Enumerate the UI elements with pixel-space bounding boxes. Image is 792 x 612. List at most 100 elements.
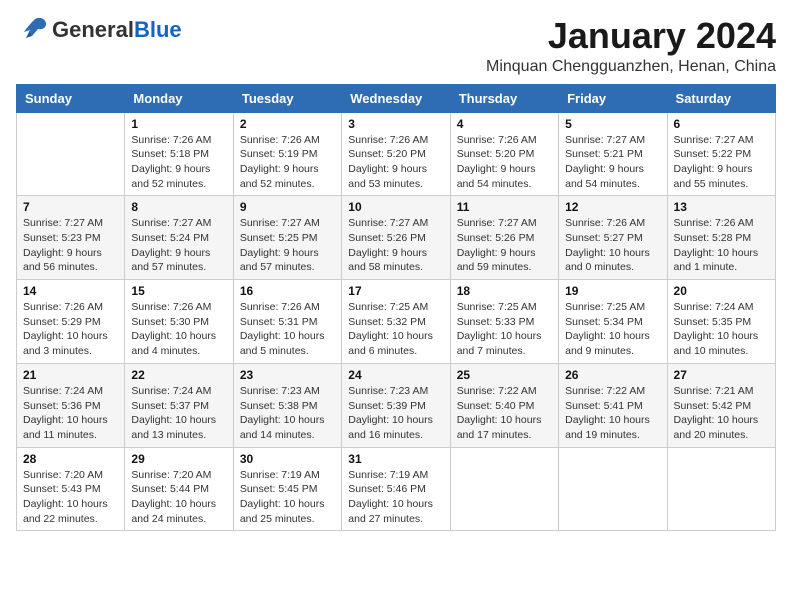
day-number: 17 bbox=[348, 284, 443, 298]
day-info: Sunrise: 7:21 AM Sunset: 5:42 PM Dayligh… bbox=[674, 384, 769, 443]
calendar-cell: 10 Sunrise: 7:27 AM Sunset: 5:26 PM Dayli… bbox=[342, 196, 450, 280]
calendar-cell: 21Sunrise: 7:24 AM Sunset: 5:36 PM Dayli… bbox=[17, 363, 125, 447]
calendar-cell: 6 Sunrise: 7:27 AM Sunset: 5:22 PM Daylig… bbox=[667, 112, 775, 196]
day-info: Sunrise: 7:26 AM Sunset: 5:19 PM Dayligh… bbox=[240, 133, 335, 192]
location-title: Minquan Chengguanzhen, Henan, China bbox=[486, 58, 776, 76]
day-number: 19 bbox=[565, 284, 660, 298]
calendar-cell: 1 Sunrise: 7:26 AM Sunset: 5:18 PM Daylig… bbox=[125, 112, 233, 196]
calendar-cell: 17 Sunrise: 7:25 AM Sunset: 5:32 PM Dayli… bbox=[342, 280, 450, 364]
day-number: 25 bbox=[457, 368, 552, 382]
day-number: 29 bbox=[131, 452, 226, 466]
day-number: 8 bbox=[131, 200, 226, 214]
calendar-cell: 3 Sunrise: 7:26 AM Sunset: 5:20 PM Daylig… bbox=[342, 112, 450, 196]
calendar-cell: 13 Sunrise: 7:26 AM Sunset: 5:28 PM Dayli… bbox=[667, 196, 775, 280]
calendar-cell: 15 Sunrise: 7:26 AM Sunset: 5:30 PM Dayli… bbox=[125, 280, 233, 364]
day-info: Sunrise: 7:27 AM Sunset: 5:24 PM Dayligh… bbox=[131, 216, 226, 275]
weekday-header-row: SundayMondayTuesdayWednesdayThursdayFrid… bbox=[17, 84, 776, 112]
day-info: Sunrise: 7:27 AM Sunset: 5:26 PM Dayligh… bbox=[457, 216, 552, 275]
day-info: Sunrise: 7:23 AM Sunset: 5:38 PM Dayligh… bbox=[240, 384, 335, 443]
calendar-cell: 26Sunrise: 7:22 AM Sunset: 5:41 PM Dayli… bbox=[559, 363, 667, 447]
calendar-cell: 14Sunrise: 7:26 AM Sunset: 5:29 PM Dayli… bbox=[17, 280, 125, 364]
day-info: Sunrise: 7:22 AM Sunset: 5:40 PM Dayligh… bbox=[457, 384, 552, 443]
calendar-cell: 24 Sunrise: 7:23 AM Sunset: 5:39 PM Dayli… bbox=[342, 363, 450, 447]
calendar-cell: 23 Sunrise: 7:23 AM Sunset: 5:38 PM Dayli… bbox=[233, 363, 341, 447]
day-info: Sunrise: 7:26 AM Sunset: 5:20 PM Dayligh… bbox=[457, 133, 552, 192]
calendar-cell: 27 Sunrise: 7:21 AM Sunset: 5:42 PM Dayli… bbox=[667, 363, 775, 447]
day-number: 22 bbox=[131, 368, 226, 382]
day-number: 30 bbox=[240, 452, 335, 466]
calendar-cell: 2 Sunrise: 7:26 AM Sunset: 5:19 PM Daylig… bbox=[233, 112, 341, 196]
weekday-header-sunday: Sunday bbox=[17, 84, 125, 112]
calendar-cell: 19 Sunrise: 7:25 AM Sunset: 5:34 PM Dayli… bbox=[559, 280, 667, 364]
weekday-header-tuesday: Tuesday bbox=[233, 84, 341, 112]
day-info: Sunrise: 7:26 AM Sunset: 5:20 PM Dayligh… bbox=[348, 133, 443, 192]
day-number: 15 bbox=[131, 284, 226, 298]
day-number: 20 bbox=[674, 284, 769, 298]
calendar-cell: 4Sunrise: 7:26 AM Sunset: 5:20 PM Daylig… bbox=[450, 112, 558, 196]
day-number: 10 bbox=[348, 200, 443, 214]
calendar-week-row: 1 Sunrise: 7:26 AM Sunset: 5:18 PM Daylig… bbox=[17, 112, 776, 196]
day-number: 1 bbox=[131, 117, 226, 131]
weekday-header-friday: Friday bbox=[559, 84, 667, 112]
day-number: 16 bbox=[240, 284, 335, 298]
month-title: January 2024 bbox=[486, 16, 776, 56]
day-number: 28 bbox=[23, 452, 118, 466]
logo-bird-icon bbox=[16, 16, 48, 44]
calendar-cell: 11 Sunrise: 7:27 AM Sunset: 5:26 PM Dayli… bbox=[450, 196, 558, 280]
day-number: 21 bbox=[23, 368, 118, 382]
day-info: Sunrise: 7:24 AM Sunset: 5:35 PM Dayligh… bbox=[674, 300, 769, 359]
weekday-header-monday: Monday bbox=[125, 84, 233, 112]
day-number: 3 bbox=[348, 117, 443, 131]
calendar-cell: 20 Sunrise: 7:24 AM Sunset: 5:35 PM Dayli… bbox=[667, 280, 775, 364]
calendar-cell bbox=[450, 447, 558, 531]
calendar-week-row: 28Sunrise: 7:20 AM Sunset: 5:43 PM Dayli… bbox=[17, 447, 776, 531]
day-info: Sunrise: 7:25 AM Sunset: 5:32 PM Dayligh… bbox=[348, 300, 443, 359]
calendar-cell: 18Sunrise: 7:25 AM Sunset: 5:33 PM Dayli… bbox=[450, 280, 558, 364]
day-info: Sunrise: 7:26 AM Sunset: 5:28 PM Dayligh… bbox=[674, 216, 769, 275]
day-number: 13 bbox=[674, 200, 769, 214]
day-info: Sunrise: 7:27 AM Sunset: 5:21 PM Dayligh… bbox=[565, 133, 660, 192]
day-number: 11 bbox=[457, 200, 552, 214]
day-info: Sunrise: 7:24 AM Sunset: 5:37 PM Dayligh… bbox=[131, 384, 226, 443]
calendar-week-row: 21Sunrise: 7:24 AM Sunset: 5:36 PM Dayli… bbox=[17, 363, 776, 447]
day-info: Sunrise: 7:26 AM Sunset: 5:30 PM Dayligh… bbox=[131, 300, 226, 359]
day-number: 9 bbox=[240, 200, 335, 214]
logo: GeneralBlue bbox=[16, 16, 182, 44]
calendar-cell: 28Sunrise: 7:20 AM Sunset: 5:43 PM Dayli… bbox=[17, 447, 125, 531]
day-number: 6 bbox=[674, 117, 769, 131]
calendar-cell: 31 Sunrise: 7:19 AM Sunset: 5:46 PM Dayli… bbox=[342, 447, 450, 531]
weekday-header-wednesday: Wednesday bbox=[342, 84, 450, 112]
calendar-cell: 25 Sunrise: 7:22 AM Sunset: 5:40 PM Dayli… bbox=[450, 363, 558, 447]
day-number: 31 bbox=[348, 452, 443, 466]
day-info: Sunrise: 7:27 AM Sunset: 5:23 PM Dayligh… bbox=[23, 216, 118, 275]
day-info: Sunrise: 7:27 AM Sunset: 5:25 PM Dayligh… bbox=[240, 216, 335, 275]
title-area: January 2024 Minquan Chengguanzhen, Hena… bbox=[486, 16, 776, 76]
day-info: Sunrise: 7:27 AM Sunset: 5:26 PM Dayligh… bbox=[348, 216, 443, 275]
day-number: 5 bbox=[565, 117, 660, 131]
calendar-cell bbox=[667, 447, 775, 531]
day-info: Sunrise: 7:25 AM Sunset: 5:34 PM Dayligh… bbox=[565, 300, 660, 359]
day-info: Sunrise: 7:26 AM Sunset: 5:27 PM Dayligh… bbox=[565, 216, 660, 275]
day-info: Sunrise: 7:26 AM Sunset: 5:29 PM Dayligh… bbox=[23, 300, 118, 359]
calendar-cell: 30Sunrise: 7:19 AM Sunset: 5:45 PM Dayli… bbox=[233, 447, 341, 531]
day-info: Sunrise: 7:26 AM Sunset: 5:18 PM Dayligh… bbox=[131, 133, 226, 192]
day-number: 27 bbox=[674, 368, 769, 382]
day-info: Sunrise: 7:19 AM Sunset: 5:46 PM Dayligh… bbox=[348, 468, 443, 527]
day-info: Sunrise: 7:27 AM Sunset: 5:22 PM Dayligh… bbox=[674, 133, 769, 192]
calendar-cell: 5 Sunrise: 7:27 AM Sunset: 5:21 PM Daylig… bbox=[559, 112, 667, 196]
page-header: GeneralBlue January 2024 Minquan Chenggu… bbox=[16, 16, 776, 76]
day-info: Sunrise: 7:23 AM Sunset: 5:39 PM Dayligh… bbox=[348, 384, 443, 443]
day-number: 26 bbox=[565, 368, 660, 382]
calendar-week-row: 14Sunrise: 7:26 AM Sunset: 5:29 PM Dayli… bbox=[17, 280, 776, 364]
day-info: Sunrise: 7:20 AM Sunset: 5:44 PM Dayligh… bbox=[131, 468, 226, 527]
calendar-cell: 12Sunrise: 7:26 AM Sunset: 5:27 PM Dayli… bbox=[559, 196, 667, 280]
calendar-cell: 8 Sunrise: 7:27 AM Sunset: 5:24 PM Daylig… bbox=[125, 196, 233, 280]
calendar-cell: 9 Sunrise: 7:27 AM Sunset: 5:25 PM Daylig… bbox=[233, 196, 341, 280]
day-number: 23 bbox=[240, 368, 335, 382]
day-number: 7 bbox=[23, 200, 118, 214]
logo-blue-text: Blue bbox=[134, 17, 182, 42]
calendar-cell: 22 Sunrise: 7:24 AM Sunset: 5:37 PM Dayli… bbox=[125, 363, 233, 447]
day-number: 2 bbox=[240, 117, 335, 131]
day-number: 24 bbox=[348, 368, 443, 382]
calendar-week-row: 7 Sunrise: 7:27 AM Sunset: 5:23 PM Daylig… bbox=[17, 196, 776, 280]
